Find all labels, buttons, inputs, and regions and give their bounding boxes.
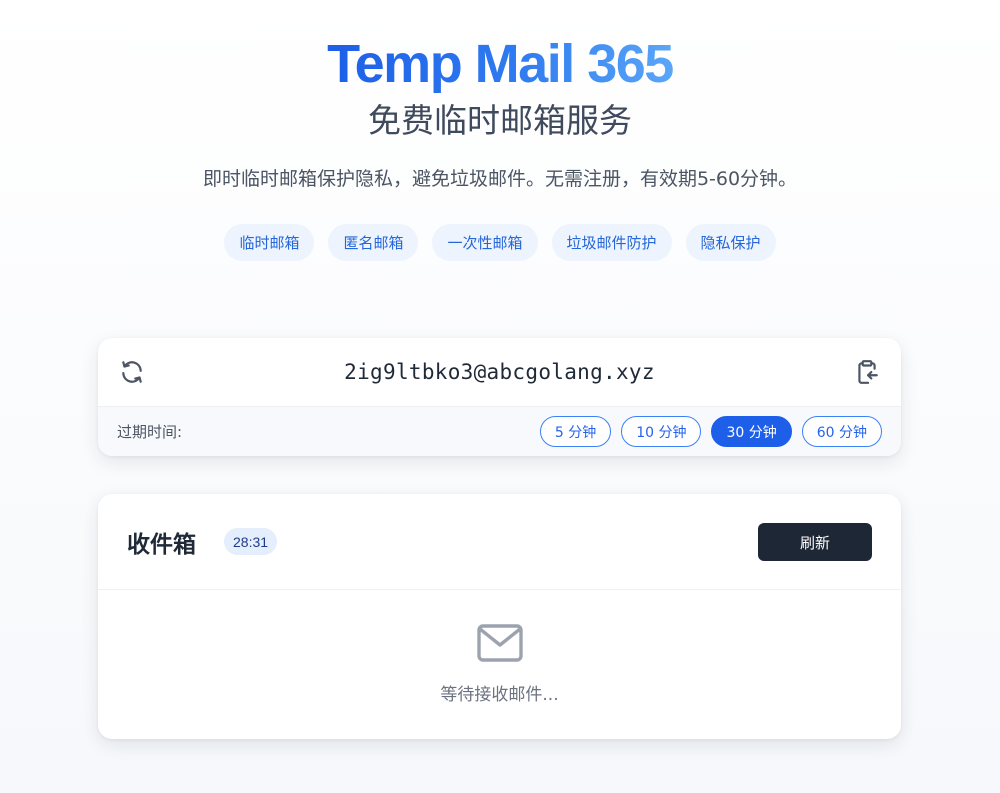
envelope-icon xyxy=(476,624,523,662)
refresh-icon xyxy=(122,361,142,383)
expiry-label: 过期时间: xyxy=(117,423,183,441)
expiry-option-10-min[interactable]: 10 分钟 xyxy=(621,416,702,447)
tag-privacy-protection: 隐私保护 xyxy=(685,224,776,261)
tag-spam-protection: 垃圾邮件防护 xyxy=(551,224,672,261)
tag-temp-mail: 临时邮箱 xyxy=(224,224,315,261)
hero-description: 即时临时邮箱保护隐私，避免垃圾邮件。无需注册，有效期5-60分钟。 xyxy=(202,168,798,190)
email-address: 2ig9ltbko3@abcgolang.xyz xyxy=(344,360,655,384)
expiry-option-30-min[interactable]: 30 分钟 xyxy=(711,416,792,447)
regenerate-email-button[interactable] xyxy=(118,358,146,386)
inbox-empty-state: 等待接收邮件... xyxy=(98,590,901,739)
copy-email-button[interactable] xyxy=(853,358,881,386)
feature-tags: 临时邮箱 匿名邮箱 一次性邮箱 垃圾邮件防护 隐私保护 xyxy=(0,224,1000,261)
clipboard-copy-icon xyxy=(858,360,878,384)
tag-disposable-mail: 一次性邮箱 xyxy=(432,224,538,261)
hero-title: Temp Mail 365 xyxy=(327,34,674,94)
tag-anonymous-mail: 匿名邮箱 xyxy=(328,224,419,261)
inbox-card: 收件箱 28:31 刷新 等待接收邮件... xyxy=(98,494,901,739)
email-card: 2ig9ltbko3@abcgolang.xyz 过期时间: 5 分钟 10 分… xyxy=(98,338,901,456)
email-row: 2ig9ltbko3@abcgolang.xyz xyxy=(98,338,901,406)
expiry-row: 过期时间: 5 分钟 10 分钟 30 分钟 60 分钟 xyxy=(98,406,901,456)
hero-subtitle: 免费临时邮箱服务 xyxy=(368,101,632,140)
countdown-timer-badge: 28:31 xyxy=(224,528,278,555)
inbox-title: 收件箱 xyxy=(127,531,196,558)
refresh-inbox-button[interactable]: 刷新 xyxy=(758,523,872,561)
expiry-options: 5 分钟 10 分钟 30 分钟 60 分钟 xyxy=(539,416,882,447)
expiry-option-60-min[interactable]: 60 分钟 xyxy=(801,416,882,447)
inbox-header: 收件箱 28:31 刷新 xyxy=(98,494,901,590)
expiry-option-5-min[interactable]: 5 分钟 xyxy=(539,416,612,447)
empty-inbox-text: 等待接收邮件... xyxy=(440,685,559,705)
page: Temp Mail 365 免费临时邮箱服务 即时临时邮箱保护隐私，避免垃圾邮件… xyxy=(0,0,1000,793)
